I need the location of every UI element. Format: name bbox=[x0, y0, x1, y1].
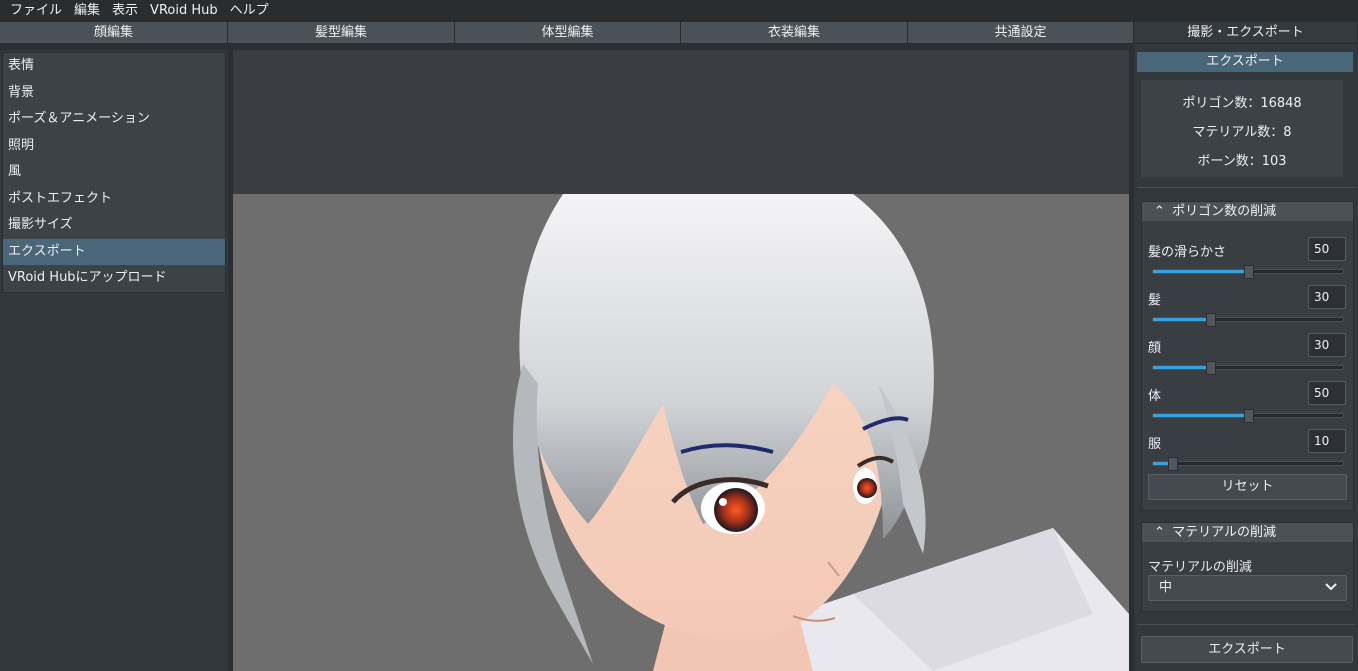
left-item-lighting[interactable]: 照明 bbox=[3, 133, 225, 160]
left-item-background[interactable]: 背景 bbox=[3, 80, 225, 107]
material-reduction-group: ⌃ マテリアルの削減 マテリアルの削減 中 bbox=[1141, 522, 1354, 612]
menu-vroid-hub[interactable]: VRoid Hub bbox=[144, 0, 224, 22]
character-preview[interactable] bbox=[233, 194, 1129, 671]
chevron-up-icon: ⌃ bbox=[1154, 525, 1165, 540]
slider-label: 服 bbox=[1148, 437, 1162, 452]
tab-common-settings[interactable]: 共通設定 bbox=[908, 22, 1134, 44]
slider-label: 髪 bbox=[1148, 293, 1162, 308]
menu-edit[interactable]: 編集 bbox=[68, 0, 106, 22]
slider-label: 顔 bbox=[1148, 341, 1162, 356]
slider-thumb[interactable] bbox=[1244, 265, 1254, 279]
slider-track[interactable] bbox=[1152, 457, 1344, 471]
reset-button[interactable]: リセット bbox=[1148, 474, 1347, 500]
slider-thumb[interactable] bbox=[1168, 457, 1178, 471]
slider-fill bbox=[1153, 318, 1211, 321]
tab-face-edit[interactable]: 顔編集 bbox=[0, 22, 228, 44]
character-render-image bbox=[513, 194, 1129, 671]
left-item-wind[interactable]: 風 bbox=[3, 159, 225, 186]
left-item-post-effect[interactable]: ポストエフェクト bbox=[3, 186, 225, 213]
slider-label: 髪の滑らかさ bbox=[1148, 245, 1227, 260]
slider-fill bbox=[1153, 270, 1249, 273]
slider-value-input[interactable]: 30 bbox=[1308, 333, 1346, 357]
slider-fill bbox=[1153, 366, 1211, 369]
bone-count: ボーン数：103 bbox=[1197, 154, 1287, 169]
viewport-background bbox=[233, 50, 1129, 194]
slider-track[interactable] bbox=[1152, 313, 1344, 327]
material-reduction-label: マテリアルの削減 bbox=[1148, 560, 1252, 575]
photo-export-menu: 表情 背景 ポーズ＆アニメーション 照明 風 ポストエフェクト 撮影サイズ エク… bbox=[2, 52, 226, 293]
menu-bar: ファイル 編集 表示 VRoid Hub ヘルプ bbox=[0, 0, 1358, 22]
left-item-expression[interactable]: 表情 bbox=[3, 53, 225, 80]
polygon-reduction-group: ⌃ ポリゴン数の削減 髪の滑らかさ 50 髪 30 顔 30 体 50 服 10… bbox=[1141, 201, 1354, 511]
slider-fill bbox=[1153, 414, 1249, 417]
slider-value-input[interactable]: 30 bbox=[1308, 285, 1346, 309]
tab-body-edit[interactable]: 体型編集 bbox=[455, 22, 681, 44]
material-count: マテリアル数：8 bbox=[1192, 125, 1292, 140]
chevron-down-icon bbox=[1324, 579, 1338, 603]
material-reduction-title: マテリアルの削減 bbox=[1172, 525, 1277, 540]
left-item-capture-size[interactable]: 撮影サイズ bbox=[3, 212, 225, 239]
export-button[interactable]: エクスポート bbox=[1141, 636, 1353, 663]
export-panel-title: エクスポート bbox=[1137, 52, 1353, 72]
slider-value-input[interactable]: 50 bbox=[1308, 381, 1346, 405]
left-panel: 表情 背景 ポーズ＆アニメーション 照明 風 ポストエフェクト 撮影サイズ エク… bbox=[0, 50, 228, 671]
tab-photo-export[interactable]: 撮影・エクスポート bbox=[1134, 22, 1358, 44]
left-item-vroid-hub-upload[interactable]: VRoid Hubにアップロード bbox=[3, 265, 225, 292]
slider-label: 体 bbox=[1148, 389, 1162, 404]
select-value: 中 bbox=[1159, 580, 1173, 595]
slider-value-input[interactable]: 50 bbox=[1308, 237, 1346, 261]
polygon-reduction-title: ポリゴン数の削減 bbox=[1172, 204, 1277, 219]
left-item-export[interactable]: エクスポート bbox=[3, 238, 225, 265]
tab-bar: 顔編集 髪型編集 体型編集 衣装編集 共通設定 撮影・エクスポート bbox=[0, 22, 1358, 44]
divider bbox=[1137, 187, 1355, 188]
slider-value-input[interactable]: 10 bbox=[1308, 429, 1346, 453]
slider-thumb[interactable] bbox=[1244, 409, 1254, 423]
menu-view[interactable]: 表示 bbox=[106, 0, 144, 22]
slider-thumb[interactable] bbox=[1206, 313, 1216, 327]
menu-help[interactable]: ヘルプ bbox=[224, 0, 275, 22]
material-reduction-select[interactable]: 中 bbox=[1148, 575, 1347, 601]
polygon-count: ポリゴン数：16848 bbox=[1182, 96, 1302, 111]
divider bbox=[1137, 624, 1355, 625]
menu-file[interactable]: ファイル bbox=[4, 0, 68, 22]
polygon-reduction-header[interactable]: ⌃ ポリゴン数の削減 bbox=[1142, 202, 1353, 221]
tab-outfit-edit[interactable]: 衣装編集 bbox=[681, 22, 908, 44]
3d-viewport[interactable] bbox=[233, 50, 1129, 671]
left-item-pose-animation[interactable]: ポーズ＆アニメーション bbox=[3, 106, 225, 133]
tab-hair-edit[interactable]: 髪型編集 bbox=[228, 22, 455, 44]
model-stats-box: ポリゴン数：16848 マテリアル数：8 ボーン数：103 bbox=[1141, 80, 1343, 177]
slider-track[interactable] bbox=[1152, 361, 1344, 375]
slider-thumb[interactable] bbox=[1206, 361, 1216, 375]
slider-track[interactable] bbox=[1152, 265, 1344, 279]
right-panel: エクスポート ポリゴン数：16848 マテリアル数：8 ボーン数：103 ⌃ ポ… bbox=[1134, 44, 1358, 671]
material-reduction-header[interactable]: ⌃ マテリアルの削減 bbox=[1142, 523, 1353, 542]
slider-track[interactable] bbox=[1152, 409, 1344, 423]
chevron-up-icon: ⌃ bbox=[1154, 204, 1165, 219]
